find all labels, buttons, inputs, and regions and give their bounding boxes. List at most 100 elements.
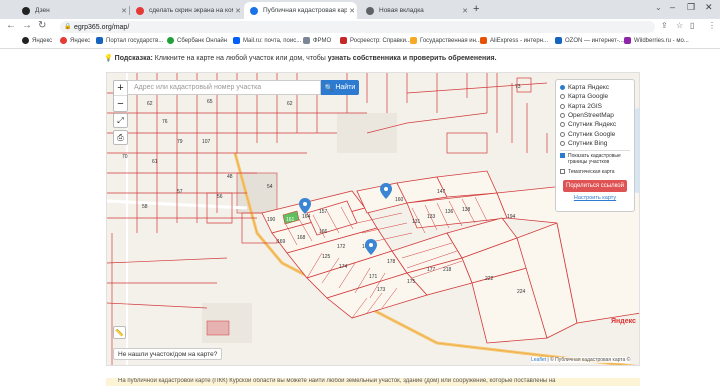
close-window-icon[interactable]: ✕ [705, 2, 713, 13]
svg-text:62: 62 [147, 101, 153, 107]
layer-option-osm[interactable]: OpenStreetMap [560, 111, 630, 120]
tab-cadastral-map[interactable]: Публичная кадастровая карта Р... ✕ [244, 2, 357, 19]
bookmark-mailru[interactable]: Mail.ru: почта, поис... [233, 37, 301, 44]
svg-text:48: 48 [227, 174, 233, 180]
bookmark-yandex-red[interactable]: Яндекс [60, 37, 90, 44]
layer-option-yandex[interactable]: Карта Яндекс [560, 83, 630, 92]
search-button-label: Найти [335, 84, 356, 91]
search-placeholder: Адрес или кадастровый номер участка [134, 84, 262, 91]
tab-screenshot-search[interactable]: сделать скрин экрана на комп... ✕ [130, 2, 243, 19]
bookmark-label: AliExpress - интерн... [490, 37, 549, 44]
aliexpress-icon [480, 37, 487, 44]
bookmark-star-icon[interactable]: ☆ [676, 21, 683, 30]
layer-switcher: Карта Яндекс Карта Google Карта 2GIS Ope… [555, 79, 635, 212]
bookmark-label: OZON — интернет-... [565, 37, 624, 44]
bookmark-frmo[interactable]: ФРМО [303, 37, 331, 44]
tab-close-icon[interactable]: ✕ [233, 7, 243, 15]
new-tab-plus-icon[interactable]: + [473, 3, 479, 15]
tab-dzen[interactable]: Дзен ✕ [16, 2, 130, 19]
layer-option-sat-yandex[interactable]: Спутник Яндекс [560, 120, 630, 129]
zoom-out-button[interactable]: − [114, 96, 127, 111]
layer-option-sat-bing[interactable]: Спутник Bing [560, 139, 630, 148]
svg-text:177: 177 [427, 267, 436, 273]
search-icon: 🔍 [324, 84, 334, 92]
maximize-icon[interactable]: ❐ [687, 2, 695, 13]
bookmarks-bar: Яндекс Яндекс Портал государств... Сберб… [0, 35, 720, 49]
svg-text:73: 73 [515, 84, 521, 90]
thematic-overlay-checkbox[interactable]: Тематическая карта [560, 169, 630, 175]
tab-label: Новая вкладка [379, 7, 424, 14]
svg-text:157: 157 [319, 209, 328, 215]
svg-text:172: 172 [337, 244, 346, 250]
sidepanel-icon[interactable]: ▯ [690, 21, 694, 30]
ruler-icon[interactable]: 📏 [113, 326, 126, 339]
cadastral-overlay-checkbox[interactable]: Показать кадастровые границы участков [560, 153, 630, 165]
svg-text:136: 136 [445, 209, 454, 215]
checkbox-icon [560, 169, 565, 175]
yandex-logo-icon [22, 37, 29, 44]
forward-arrow-icon[interactable]: → [22, 20, 32, 31]
bookmark-label: Wildberries.ru - мо... [634, 37, 689, 44]
svg-text:218: 218 [443, 267, 452, 273]
svg-text:79: 79 [177, 139, 183, 145]
radio-icon [560, 113, 565, 119]
bookmark-sberbank[interactable]: Сбербанк Онлайн [167, 37, 227, 44]
overlay-label: Показать кадастровые границы участков [568, 153, 621, 166]
svg-text:125: 125 [322, 254, 331, 260]
bookmark-ozon[interactable]: OZON — интернет-... [555, 37, 624, 44]
bookmark-aliexpress[interactable]: AliExpress - интерн... [480, 37, 548, 44]
bookmark-rosreestr[interactable]: Росреестр: Справки... [340, 37, 411, 44]
address-toolbar: ← → ↻ 🔒 egrp365.org/map/ ⇪ ☆ ▯ ⋮ [0, 19, 720, 35]
tab-search-chevron-icon[interactable]: ⌄ [655, 3, 662, 12]
url-text: egrp365.org/map/ [74, 23, 130, 31]
check-favicon-icon [250, 6, 258, 15]
not-found-button[interactable]: Не нашли участок/дом на карте? [113, 348, 223, 360]
chrome-favicon-icon [366, 6, 374, 15]
svg-text:178: 178 [387, 259, 396, 265]
svg-text:171: 171 [369, 274, 378, 280]
svg-text:222: 222 [485, 276, 494, 282]
layer-option-2gis[interactable]: Карта 2GIS [560, 102, 630, 111]
svg-text:70: 70 [122, 154, 128, 160]
svg-text:164: 164 [302, 214, 311, 220]
radio-icon [560, 94, 565, 100]
map-hint: 💡 Подсказка: Кликните на карте на любой … [104, 54, 497, 62]
leaflet-link[interactable]: Leaflet [531, 357, 546, 363]
address-search-input[interactable]: Адрес или кадастровый номер участка [127, 80, 321, 95]
svg-text:61: 61 [152, 159, 158, 165]
footer-description: На публичной кадастровой карте (ПКК) Кур… [106, 378, 640, 386]
svg-text:175: 175 [407, 279, 416, 285]
setup-map-link[interactable]: Настроить карту [560, 195, 630, 201]
bookmark-label: Mail.ru: почта, поис... [243, 37, 302, 44]
svg-text:190: 190 [267, 217, 276, 223]
hint-bold: узнать собственника и проверить обремене… [327, 55, 497, 62]
back-arrow-icon[interactable]: ← [6, 20, 16, 31]
bookmark-gosuslugi[interactable]: Портал государств... [96, 37, 163, 44]
tab-close-icon[interactable]: ✕ [460, 7, 470, 15]
svg-text:169: 169 [277, 239, 286, 245]
url-bar[interactable]: 🔒 egrp365.org/map/ [60, 21, 655, 33]
layer-option-google[interactable]: Карта Google [560, 92, 630, 101]
fullscreen-icon[interactable]: ⤢ [113, 113, 128, 128]
print-icon[interactable]: ⎙ [113, 130, 128, 145]
reload-icon[interactable]: ↻ [38, 20, 46, 31]
bookmark-wildberries[interactable]: Wildberries.ru - мо... [624, 37, 689, 44]
menu-dots-icon[interactable]: ⋮ [708, 21, 716, 30]
radio-icon [560, 122, 565, 128]
tab-close-icon[interactable]: ✕ [347, 7, 357, 15]
share-icon[interactable]: ⇪ [661, 21, 668, 30]
bookmark-gosinfo[interactable]: Государственная ин... [410, 37, 481, 44]
zoom-in-button[interactable]: + [114, 81, 127, 96]
layer-option-sat-google[interactable]: Спутник Google [560, 129, 630, 138]
tab-new-tab[interactable]: Новая вкладка ✕ [360, 2, 470, 19]
lock-icon: 🔒 [64, 24, 72, 30]
mailru-icon [233, 37, 240, 44]
search-button[interactable]: 🔍 Найти [321, 80, 359, 95]
share-link-button[interactable]: Поделиться ссылкой [563, 180, 627, 193]
attribution-text: | © Публичная кадастровая карта © [547, 357, 631, 363]
cadastral-map[interactable]: 54 190 161 164 157 160 147 194 169 168 1… [106, 72, 640, 366]
minimize-icon[interactable]: – [670, 2, 675, 12]
browser-tab-bar: Дзен ✕ сделать скрин экрана на комп... ✕… [0, 0, 720, 19]
tab-close-icon[interactable]: ✕ [119, 7, 129, 15]
bookmark-yandex-black[interactable]: Яндекс [22, 37, 52, 44]
